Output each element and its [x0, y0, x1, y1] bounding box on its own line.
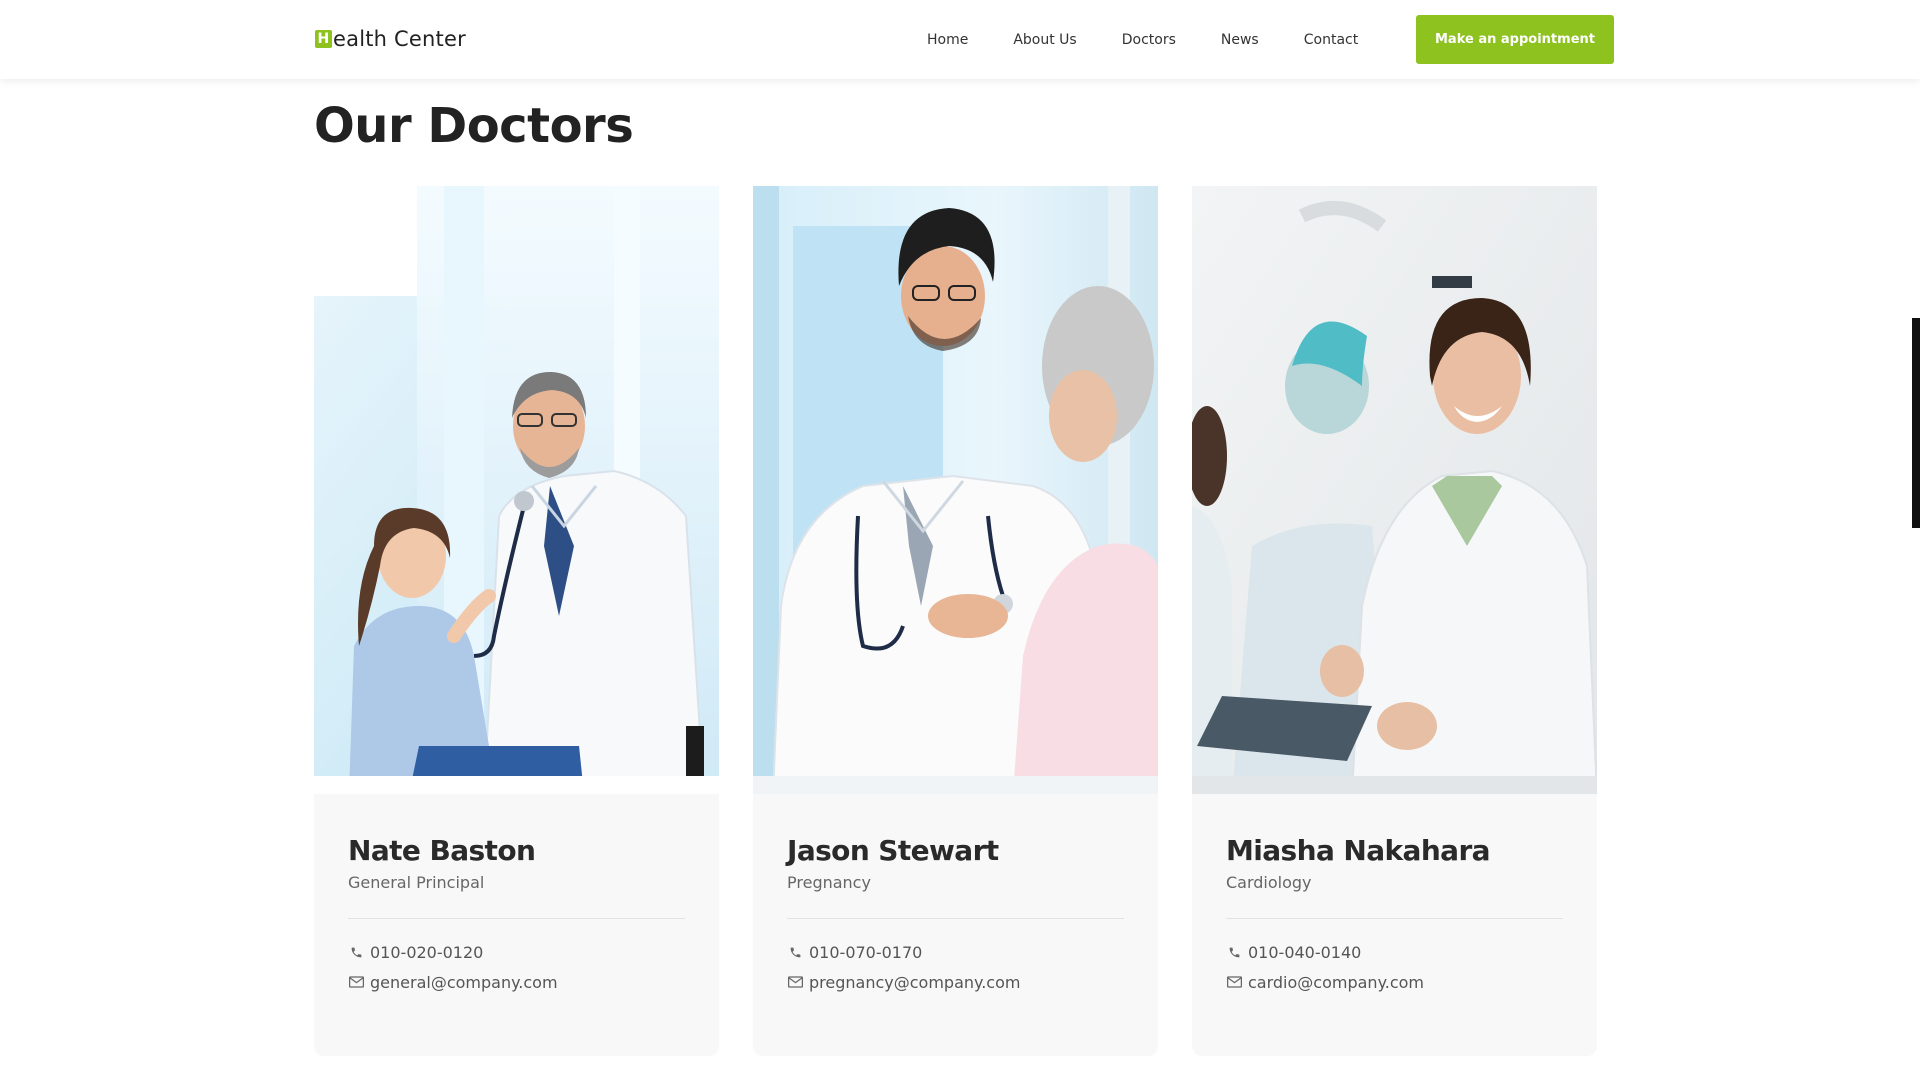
doctor-specialty: Cardiology: [1226, 873, 1312, 892]
phone-icon: [1226, 944, 1242, 960]
doctor-email[interactable]: cardio@company.com: [1248, 973, 1424, 992]
doctor-specialty: General Principal: [348, 873, 485, 892]
nav-home[interactable]: Home: [927, 32, 968, 48]
doctor-phone[interactable]: 010-070-0170: [809, 943, 922, 962]
card-divider: [348, 918, 685, 919]
envelope-icon: [1226, 974, 1242, 990]
doctor-name: Nate Baston: [348, 834, 536, 867]
logo-text: ealth Center: [333, 27, 466, 51]
doctor-email[interactable]: general@company.com: [370, 973, 558, 992]
logo-mark-icon: H: [315, 30, 332, 48]
doctor-email-row: pregnancy@company.com: [787, 971, 1124, 993]
doctor-name: Miasha Nakahara: [1226, 834, 1491, 867]
female-doctor-photo: [1192, 186, 1597, 794]
doctor-phone-row: 010-040-0140: [1226, 941, 1563, 963]
doctor-card: Miasha Nakahara Cardiology 010-040-0140 …: [1192, 186, 1597, 1056]
phone-icon: [348, 944, 364, 960]
site-header: H ealth Center Home About Us Doctors New…: [0, 0, 1920, 79]
doctor-phone[interactable]: 010-020-0120: [370, 943, 483, 962]
envelope-icon: [787, 974, 803, 990]
doctor-card: Nate Baston General Principal 010-020-01…: [314, 186, 719, 1056]
card-divider: [787, 918, 1124, 919]
nav-doctors[interactable]: Doctors: [1122, 32, 1176, 48]
nav-about-us[interactable]: About Us: [1013, 32, 1076, 48]
phone-icon: [787, 944, 803, 960]
doctor-email-row: cardio@company.com: [1226, 971, 1563, 993]
envelope-icon: [348, 974, 364, 990]
doctor-with-child-photo: [314, 186, 719, 794]
nav-contact[interactable]: Contact: [1304, 32, 1358, 48]
doctor-card: Jason Stewart Pregnancy 010-070-0170 pre…: [753, 186, 1158, 1056]
page-title: Our Doctors: [314, 98, 634, 154]
make-appointment-button[interactable]: Make an appointment: [1416, 15, 1614, 64]
doctor-phone-row: 010-020-0120: [348, 941, 685, 963]
doctor-phone[interactable]: 010-040-0140: [1248, 943, 1361, 962]
side-scroll-tab[interactable]: [1912, 318, 1920, 528]
doctor-phone-row: 010-070-0170: [787, 941, 1124, 963]
doctor-email[interactable]: pregnancy@company.com: [809, 973, 1020, 992]
card-divider: [1226, 918, 1563, 919]
doctor-name: Jason Stewart: [787, 834, 999, 867]
doctor-with-patient-photo: [753, 186, 1158, 794]
doctor-specialty: Pregnancy: [787, 873, 871, 892]
site-logo[interactable]: H ealth Center: [315, 27, 466, 51]
doctor-email-row: general@company.com: [348, 971, 685, 993]
doctors-grid: Nate Baston General Principal 010-020-01…: [314, 186, 1598, 1056]
main-nav: Home About Us Doctors News Contact: [927, 0, 1358, 79]
nav-news[interactable]: News: [1221, 32, 1259, 48]
